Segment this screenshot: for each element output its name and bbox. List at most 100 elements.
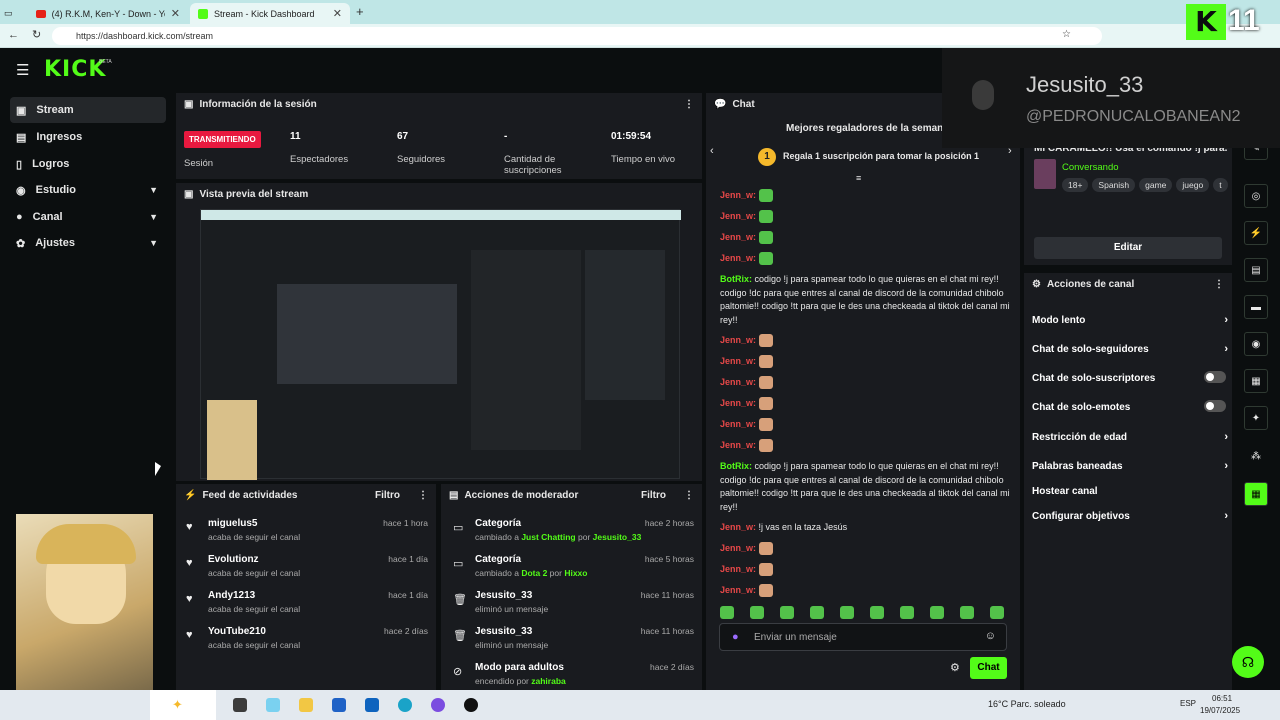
user-link[interactable]: zahiraba [531, 676, 566, 686]
channel-action-followers-only[interactable]: Chat de solo-seguidores › [1032, 343, 1228, 355]
chat-username[interactable]: Jenn_w: [720, 190, 756, 200]
sidebar-item-logros[interactable]: ▯ Logros [10, 151, 166, 177]
tab-menu-icon[interactable]: ▭ [4, 3, 13, 24]
stream-preview-video[interactable] [200, 209, 681, 480]
support-icon[interactable]: ☊ [1232, 646, 1264, 678]
clock-date[interactable]: 19/07/2025 [1200, 706, 1240, 715]
url-input[interactable]: https://dashboard.kick.com/stream [52, 27, 1102, 45]
emote-icon[interactable] [750, 606, 764, 619]
emote-icon[interactable] [960, 606, 974, 619]
outlook-icon[interactable] [365, 698, 379, 712]
clock-time[interactable]: 06:51 [1212, 694, 1232, 703]
back-icon[interactable]: ← [8, 29, 19, 41]
obs-icon[interactable] [464, 698, 478, 712]
apps-icon[interactable]: ⁂ [1244, 444, 1268, 468]
chat-username[interactable]: Jenn_w: [720, 253, 756, 263]
folder-icon[interactable] [299, 698, 313, 712]
favorite-icon[interactable]: ☆ [1062, 29, 1071, 40]
tab-kick-dashboard[interactable]: Stream - Kick Dashboard ✕ [190, 3, 350, 24]
edit-button[interactable]: Editar [1034, 237, 1222, 259]
wrench-icon[interactable]: ✦ [1244, 406, 1268, 430]
category-link[interactable]: Dota 2 [521, 568, 547, 578]
store-icon[interactable] [332, 698, 346, 712]
category-link[interactable]: Just Chatting [521, 532, 575, 542]
subscribers-only-toggle[interactable] [1204, 371, 1226, 383]
user-link[interactable]: Hixxo [564, 568, 587, 578]
kick-logo[interactable]: KICK [44, 57, 106, 82]
chat-input[interactable]: ● Enviar un mensaje ☺ [719, 623, 1007, 651]
emote-icon[interactable] [780, 606, 794, 619]
more-icon[interactable]: ⋮ [418, 490, 428, 501]
sidebar-item-ajustes[interactable]: ✿ Ajustes ▼ [10, 230, 166, 256]
tab-youtube[interactable]: (4) R.K.M, Ken-Y - Down - YouTub ✕ [28, 3, 188, 24]
emote-icon[interactable] [720, 606, 734, 619]
chat-username[interactable]: Jenn_w: [720, 335, 756, 345]
emote-icon[interactable] [930, 606, 944, 619]
chat-username[interactable]: Jenn_w: [720, 543, 756, 553]
gift-prompt[interactable]: Regala 1 suscripción para tomar la posic… [783, 151, 979, 161]
more-icon[interactable]: ⋮ [684, 490, 694, 501]
chevron-left-icon[interactable]: ‹ [710, 145, 714, 157]
filter-button[interactable]: Filtro [375, 490, 400, 501]
chat-username[interactable]: Jenn_w: [720, 419, 756, 429]
more-icon[interactable]: ⋮ [684, 99, 694, 110]
task-view-icon[interactable] [233, 698, 247, 712]
clipboard-icon[interactable]: ▤ [1244, 258, 1268, 282]
emote-icon[interactable] [810, 606, 824, 619]
preview-webcam [207, 400, 257, 480]
more-icon[interactable]: ⋮ [1214, 279, 1224, 290]
sidebar-item-stream[interactable]: ▣ Stream [10, 97, 166, 123]
reload-icon[interactable]: ↻ [32, 28, 41, 41]
copilot-icon[interactable] [266, 698, 280, 712]
chat-username[interactable]: Jenn_w: [720, 522, 756, 532]
chat-username[interactable]: Jenn_w: [720, 377, 756, 387]
channel-action-goals[interactable]: Configurar objetivos › [1032, 510, 1228, 522]
clapper-icon[interactable]: ▦ [1244, 482, 1268, 506]
edge-icon[interactable] [398, 698, 412, 712]
language-indicator[interactable]: ESP [1180, 699, 1196, 708]
app-icon[interactable] [431, 698, 445, 712]
chat-username[interactable]: Jenn_w: [720, 398, 756, 408]
camera-icon[interactable]: ◎ [1244, 184, 1268, 208]
taskbar: ✦ 16°C Parc. soleado ESP 06:51 19/07/202… [0, 690, 1280, 720]
close-icon[interactable]: ✕ [171, 7, 180, 20]
sidebar-item-canal[interactable]: ● Canal ▼ [10, 204, 166, 230]
emoji-icon[interactable]: ☺ [985, 630, 996, 642]
chat-username[interactable]: Jenn_w: [720, 211, 756, 221]
emote-icon[interactable] [900, 606, 914, 619]
chat-username[interactable]: Jenn_w: [720, 440, 756, 450]
user-link[interactable]: Jesusito_33 [593, 532, 642, 542]
menu-icon[interactable]: ☰ [16, 61, 29, 79]
emote-icon[interactable] [990, 606, 1004, 619]
emotes-only-toggle[interactable] [1204, 400, 1226, 412]
widgets-button[interactable]: ✦ [150, 690, 216, 720]
channel-action-slow-mode[interactable]: Modo lento › [1032, 314, 1228, 326]
broadcast-icon[interactable]: ◉ [1244, 332, 1268, 356]
channel-action-age-restriction[interactable]: Restricción de edad › [1032, 431, 1228, 443]
emote-icon[interactable] [840, 606, 854, 619]
sidebar-item-label: Stream [36, 104, 74, 116]
chat-username[interactable]: Jenn_w: [720, 564, 756, 574]
category-name[interactable]: Conversando [1062, 162, 1119, 173]
pin-icon[interactable]: ≡ [856, 173, 861, 183]
emote-icon[interactable] [870, 606, 884, 619]
chat-username[interactable]: BotRix: [720, 461, 752, 471]
layout-icon[interactable]: ▦ [1244, 369, 1268, 393]
channel-action-banned-words[interactable]: Palabras baneadas › [1032, 460, 1228, 472]
mic-icon[interactable]: ● [732, 631, 739, 643]
filter-button[interactable]: Filtro [641, 490, 666, 501]
chat-username[interactable]: BotRix: [720, 274, 752, 284]
close-icon[interactable]: ✕ [333, 7, 342, 20]
chat-icon[interactable]: ▬ [1244, 295, 1268, 319]
gear-icon[interactable]: ⚙ [950, 661, 960, 674]
new-tab-icon[interactable]: + [356, 4, 364, 19]
bolt-icon[interactable]: ⚡ [1244, 221, 1268, 245]
chat-username[interactable]: Jenn_w: [720, 232, 756, 242]
chat-username[interactable]: Jenn_w: [720, 585, 756, 595]
chat-username[interactable]: Jenn_w: [720, 356, 756, 366]
weather-text[interactable]: 16°C Parc. soleado [988, 699, 1066, 709]
sidebar-item-estudio[interactable]: ◉ Estudio ▼ [10, 177, 166, 203]
channel-action-host-channel[interactable]: Hostear canal [1032, 486, 1228, 497]
send-chat-button[interactable]: Chat [970, 657, 1007, 679]
sidebar-item-ingresos[interactable]: ▤ Ingresos [10, 124, 166, 150]
